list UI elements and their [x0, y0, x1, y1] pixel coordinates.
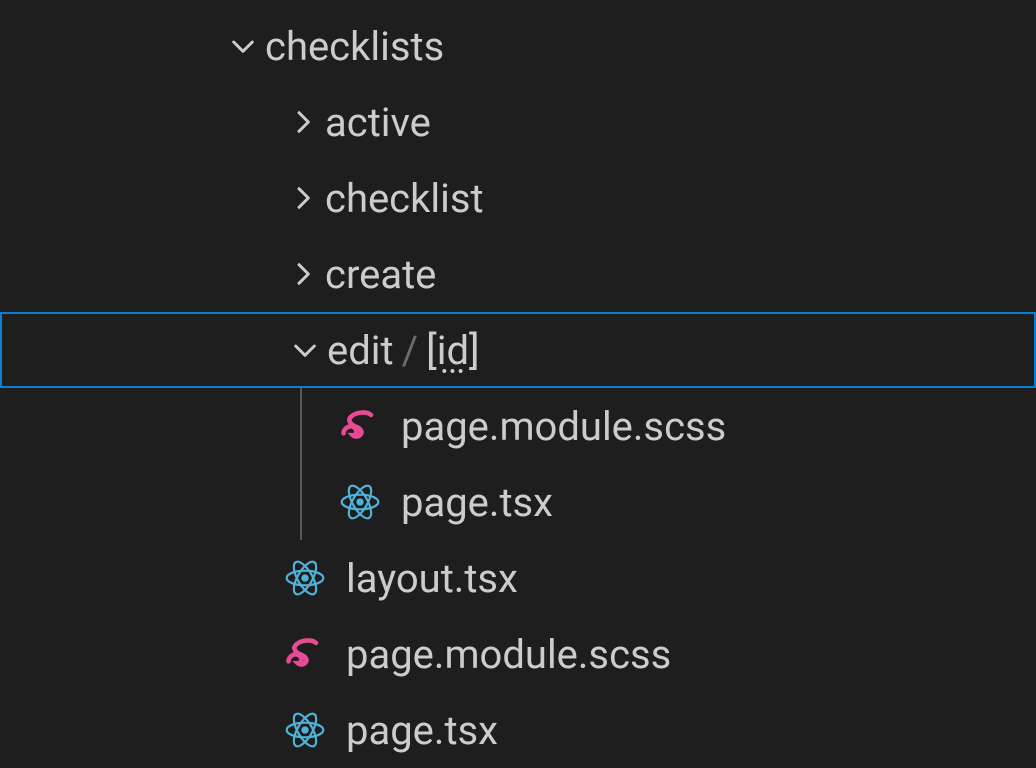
folder-checklists[interactable]: checklists: [0, 8, 1036, 84]
chevron-right-icon: [280, 106, 325, 138]
chevron-down-icon: [220, 30, 265, 62]
folder-checklist[interactable]: checklist: [0, 160, 1036, 236]
folder-label: active: [325, 99, 431, 146]
file-label: page.module.scss: [401, 403, 726, 450]
file-page-tsx-root[interactable]: page.tsx: [0, 692, 1036, 768]
react-icon: [335, 480, 385, 524]
folder-create[interactable]: create: [0, 236, 1036, 312]
folder-label: checklists: [265, 23, 444, 70]
file-page-module-scss[interactable]: page.module.scss: [0, 388, 1036, 464]
folder-active[interactable]: active: [0, 84, 1036, 160]
file-label: page.tsx: [401, 479, 553, 526]
folder-label: edit/[id]: [327, 327, 480, 374]
file-label: page.tsx: [346, 707, 498, 754]
folder-label: checklist: [325, 175, 484, 222]
file-page-tsx[interactable]: page.tsx: [0, 464, 1036, 540]
folder-edit-id[interactable]: edit/[id]: [0, 312, 1036, 388]
chevron-right-icon: [280, 182, 325, 214]
folder-label: create: [325, 251, 436, 298]
sass-icon: [335, 404, 385, 448]
file-tree: checklists active checklist create edit/…: [0, 0, 1036, 768]
react-icon: [280, 708, 330, 752]
file-layout-tsx[interactable]: layout.tsx: [0, 540, 1036, 616]
sass-icon: [280, 632, 330, 676]
file-label: page.module.scss: [346, 631, 671, 678]
chevron-right-icon: [280, 258, 325, 290]
file-page-module-scss-root[interactable]: page.module.scss: [0, 616, 1036, 692]
chevron-down-icon: [282, 334, 327, 366]
file-label: layout.tsx: [346, 555, 518, 602]
react-icon: [280, 556, 330, 600]
